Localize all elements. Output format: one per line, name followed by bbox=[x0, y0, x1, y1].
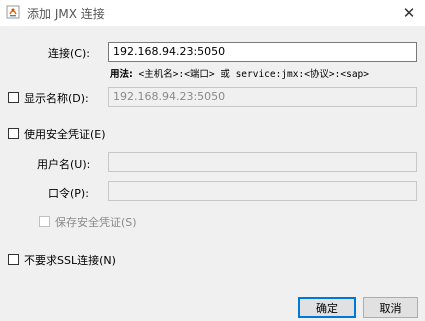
save-credentials-label[interactable]: 保存安全凭证(S) bbox=[55, 214, 137, 230]
title-bar: 添加 JMX 连接 ✕ bbox=[0, 0, 425, 26]
connection-input[interactable]: 192.168.94.23:5050 bbox=[108, 42, 417, 62]
close-icon[interactable]: ✕ bbox=[393, 0, 425, 26]
display-name-label[interactable]: 显示名称(D): bbox=[24, 90, 89, 106]
usage-text: <主机名>:<端口> 或 service:jmx:<协议>:<sap> bbox=[138, 69, 369, 80]
no-ssl-checkbox[interactable] bbox=[8, 254, 19, 265]
window-title: 添加 JMX 连接 bbox=[27, 7, 105, 21]
security-checkbox[interactable] bbox=[8, 128, 19, 139]
connection-label: 连接(C): bbox=[48, 47, 90, 60]
username-input[interactable] bbox=[108, 152, 417, 172]
ok-button[interactable]: 确定 bbox=[298, 297, 356, 318]
save-credentials-checkbox[interactable] bbox=[39, 216, 50, 227]
password-label: 口令(P): bbox=[48, 187, 89, 200]
security-label[interactable]: 使用安全凭证(E) bbox=[24, 126, 106, 142]
java-coffee-cup-icon bbox=[6, 5, 20, 19]
connection-usage-hint: 用法: <主机名>:<端口> 或 service:jmx:<协议>:<sap> bbox=[110, 66, 369, 80]
usage-bold-label: 用法: bbox=[110, 69, 133, 80]
no-ssl-label[interactable]: 不要求SSL连接(N) bbox=[24, 252, 116, 268]
password-input[interactable] bbox=[108, 181, 417, 201]
display-name-checkbox[interactable] bbox=[8, 92, 19, 103]
display-name-input[interactable]: 192.168.94.23:5050 bbox=[108, 87, 417, 107]
username-label: 用户名(U): bbox=[37, 158, 91, 171]
cancel-button[interactable]: 取消 bbox=[363, 297, 418, 318]
